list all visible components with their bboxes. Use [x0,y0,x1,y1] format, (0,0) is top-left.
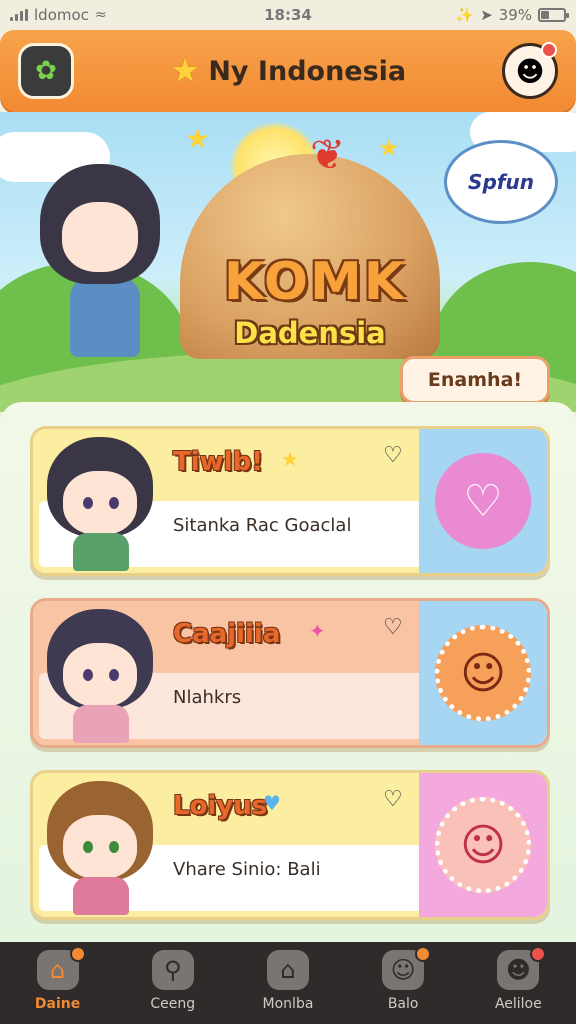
hero-subtitle: Dadensia [234,316,386,350]
nav-badge [415,946,432,962]
nav-item-house[interactable]: ⌂ Monlba [238,950,338,1012]
favorite-heart-icon[interactable]: ♡ [383,615,403,640]
bottom-navigation: ⌂ Daine ⚲ Ceeng ⌂ Monlba ☺ Balo ☻ Aelilo… [0,942,576,1024]
profile-avatar-button[interactable]: ☻ [502,42,558,99]
card-title: Loiyus [173,791,268,821]
card-description: Vhare Sinio: Bali [173,859,321,880]
heart-icon: ♥ [263,791,281,815]
list-card[interactable]: ☺ Caajiiia ✦ ♡ Nlahkrs [30,598,550,748]
character-avatar [43,437,158,571]
nav-label: Balo [387,996,419,1012]
nav-badge [69,946,86,962]
card-side: ☺ [419,773,547,917]
card-description: Nlahkrs [173,687,242,708]
card-side: ☺ [419,601,547,745]
star-icon: ★ [185,122,211,155]
house-icon: ⌂ [266,950,309,990]
list-card[interactable]: ☺ Loiyus ♥ ♡ Vhare Sinio: Bali [30,770,550,920]
mascot-body-illustration [70,277,140,357]
explore-button[interactable]: Enamha! [400,356,550,404]
nav-label: Ceeng [150,996,196,1012]
search-icon: ⚲ [151,950,194,990]
card-side: ♡ [419,429,547,573]
favorite-heart-icon[interactable]: ♡ [383,787,403,812]
battery-icon [538,8,569,22]
signal-icon [10,9,28,21]
bow-icon: ❦ [310,130,346,179]
card-title: Caajiiia [173,619,281,649]
status-bar: ldomoc ≈ 18:34 ✨ ➤ 39% [0,0,576,30]
speech-bubble: Spfun [444,140,558,224]
nav-badge [530,946,547,962]
carrier-label: ldomoc [34,6,89,24]
nav-item-chat[interactable]: ☺ Balo [353,946,453,1012]
wifi-icon: ≈ [94,7,107,23]
nav-label: Daine [34,996,81,1012]
ghost-mascot-icon: ♡ [435,453,531,549]
character-avatar [43,609,158,743]
card-list: ♡ Tiwlb! ★ ♡ Sitanka Rac Goaclal ☺ Caaji… [0,402,576,942]
avatar-face-icon: ☻ [515,54,545,88]
star-icon: ★ [378,134,400,162]
nav-label: Monlba [262,996,314,1012]
notification-dot [541,42,557,58]
app-header: ✿ ★ Ny Indonesia ☻ [0,30,576,112]
page-title-text: Ny Indonesia [208,55,407,87]
favorite-heart-icon[interactable]: ♡ [383,443,403,468]
nav-item-profile[interactable]: ☻ Aeliloe [468,946,568,1012]
sparkle-icon: ✦ [309,619,326,643]
nav-item-home[interactable]: ⌂ Daine [8,946,108,1012]
battery-percent: 39% [498,6,532,24]
mascot-girl-illustration [40,164,160,284]
bear-face-mascot-icon: ☺ [435,797,531,893]
nav-item-search[interactable]: ⚲ Ceeng [123,950,223,1012]
card-title: Tiwlb! [173,447,264,477]
location-icon: ➤ [480,6,493,24]
app-logo-button[interactable]: ✿ [18,43,74,99]
list-card[interactable]: ♡ Tiwlb! ★ ♡ Sitanka Rac Goaclal [30,426,550,576]
sun-face-mascot-icon: ☺ [435,625,531,721]
star-icon: ★ [169,51,201,91]
page-title: ★ Ny Indonesia [170,51,406,91]
leaf-icon: ✿ [35,56,57,86]
star-icon: ★ [281,447,299,471]
clock: 18:34 [264,6,312,24]
bluetooth-icon: ✨ [455,6,475,24]
card-description: Sitanka Rac Goaclal [173,515,352,536]
nav-label: Aeliloe [494,996,542,1012]
hero-banner[interactable]: ❦ ★ ★ KOMK Dadensia Spfun Enamha! [0,112,576,412]
hero-title: KOMK [223,252,407,312]
character-avatar [43,781,158,915]
